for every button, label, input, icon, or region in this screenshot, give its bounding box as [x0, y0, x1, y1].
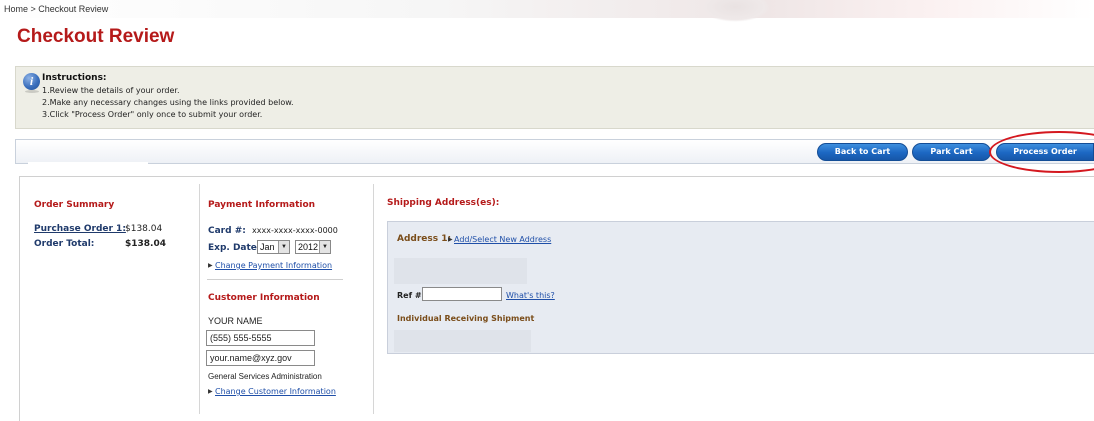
process-order-button[interactable]: Process Order — [996, 143, 1094, 161]
exp-year-select[interactable]: 2012 ▼ — [295, 240, 331, 254]
order-summary-title: Order Summary — [34, 200, 115, 210]
add-address-link[interactable]: Add/Select New Address — [454, 235, 551, 244]
card-number: xxxx-xxxx-xxxx-0000 — [252, 226, 338, 235]
exp-month-select[interactable]: Jan ▼ — [257, 240, 290, 254]
exp-year-value: 2012 — [298, 242, 319, 252]
column-divider — [199, 184, 200, 414]
column-divider — [373, 184, 374, 414]
page-title: Checkout Review — [17, 26, 175, 47]
redacted-recipient — [394, 330, 531, 352]
arrow-right-icon: ▶ — [448, 236, 453, 243]
order-total-value: $138.04 — [125, 239, 166, 249]
ref-number-input[interactable] — [422, 287, 502, 301]
instructions-panel: i Instructions: 1.Review the details of … — [15, 66, 1094, 129]
section-divider — [207, 279, 343, 280]
park-cart-button[interactable]: Park Cart — [912, 143, 991, 161]
email-field[interactable]: your.name@xyz.gov — [206, 350, 315, 366]
arrow-right-icon: ▶ — [208, 262, 213, 269]
redacted-address — [394, 258, 527, 284]
seal-watermark — [700, 0, 770, 22]
exp-date-label: Exp. Date: — [208, 243, 261, 253]
receiving-label: Individual Receiving Shipment — [397, 314, 535, 323]
toolbar-tab — [28, 162, 148, 165]
info-icon: i — [23, 73, 40, 93]
customer-agency: General Services Administration — [208, 372, 322, 381]
chevron-down-icon[interactable]: ▼ — [278, 241, 289, 253]
payment-info-title: Payment Information — [208, 200, 316, 210]
customer-name: YOUR NAME — [208, 316, 263, 326]
top-banner — [0, 0, 1094, 22]
instruction-step-2: 2.Make any necessary changes using the l… — [42, 98, 294, 107]
instruction-step-3: 3.Click "Process Order" only once to sub… — [42, 110, 263, 119]
whats-this-link[interactable]: What's this? — [506, 291, 555, 300]
change-customer-link[interactable]: Change Customer Information — [215, 387, 336, 396]
shipping-title: Shipping Address(es): — [387, 198, 500, 208]
instructions-title: Instructions: — [42, 73, 107, 83]
purchase-order-value: $138.04 — [125, 224, 163, 234]
address-label: Address 1: — [397, 234, 452, 244]
purchase-order-link[interactable]: Purchase Order 1: — [34, 224, 126, 234]
phone-field[interactable]: (555) 555-5555 — [206, 330, 315, 346]
instruction-step-1: 1.Review the details of your order. — [42, 86, 180, 95]
change-payment-link[interactable]: Change Payment Information — [215, 261, 332, 270]
order-total-label: Order Total: — [34, 239, 95, 249]
customer-info-title: Customer Information — [208, 293, 320, 303]
arrow-right-icon: ▶ — [208, 388, 213, 395]
breadcrumb[interactable]: Home > Checkout Review — [4, 4, 108, 14]
ref-label: Ref # — [397, 291, 422, 300]
back-to-cart-button[interactable]: Back to Cart — [817, 143, 908, 161]
chevron-down-icon[interactable]: ▼ — [319, 241, 330, 253]
card-label: Card #: — [208, 226, 246, 236]
exp-month-value: Jan — [260, 242, 275, 252]
